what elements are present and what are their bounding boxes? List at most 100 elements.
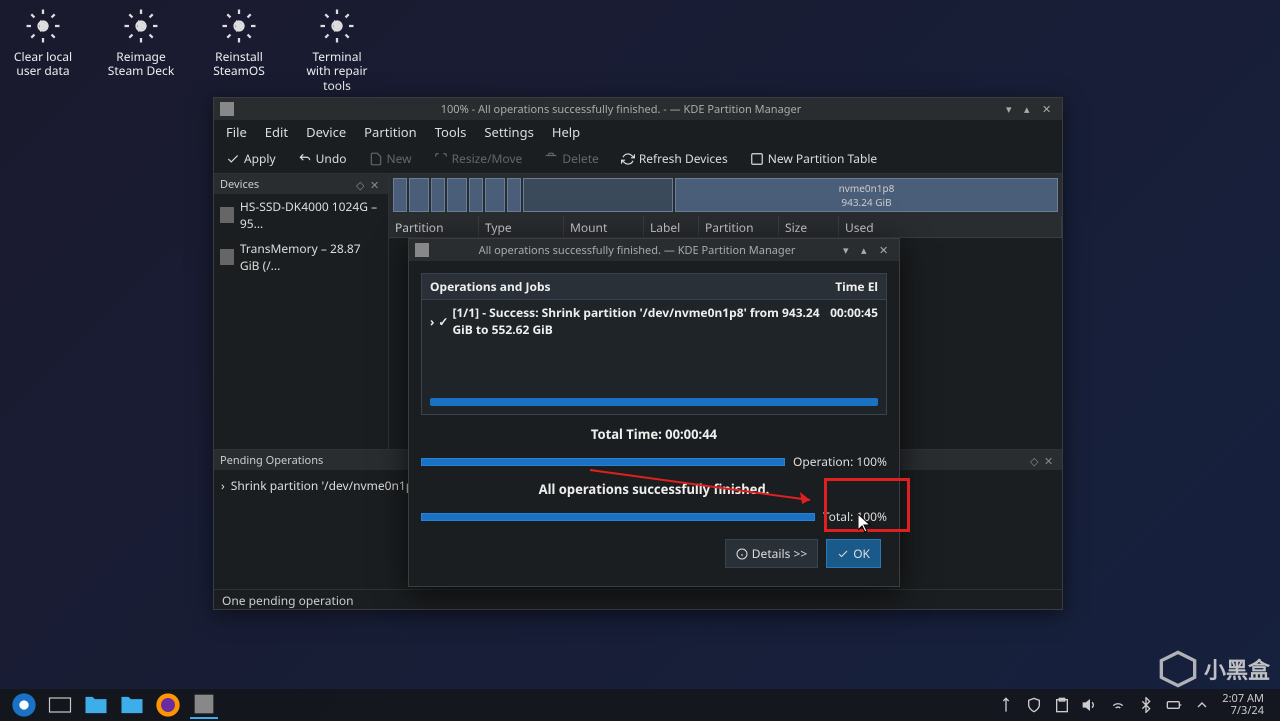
menu-partition[interactable]: Partition: [356, 120, 425, 144]
volume-icon[interactable]: [1082, 697, 1098, 713]
chevron-right-icon: ›: [221, 477, 225, 494]
partition-segment[interactable]: [447, 178, 467, 212]
resize-icon: [434, 152, 448, 166]
delete-button: Delete: [538, 147, 605, 170]
ok-button[interactable]: OK: [826, 539, 881, 568]
maximize-button[interactable]: ▴: [861, 243, 875, 257]
partition-segment-main[interactable]: nvme0n1p8943.24 GiB: [675, 178, 1058, 212]
dialog-title: All operations successfully finished. — …: [435, 243, 839, 258]
menu-help[interactable]: Help: [544, 120, 588, 144]
partition-manager-task[interactable]: [190, 691, 218, 719]
apply-button[interactable]: Apply: [220, 147, 282, 170]
shield-icon[interactable]: [1026, 697, 1042, 713]
file-manager-button[interactable]: [82, 691, 110, 719]
close-button[interactable]: ✕: [1042, 102, 1056, 116]
table-icon: [750, 152, 764, 166]
system-tray: 2:07 AM 7/3/24: [998, 693, 1274, 717]
dialog-titlebar[interactable]: All operations successfully finished. — …: [409, 239, 899, 261]
panel-detach-icon[interactable]: ◇: [1030, 454, 1042, 466]
menu-settings[interactable]: Settings: [476, 120, 541, 144]
partition-bar[interactable]: nvme0n1p8943.24 GiB: [389, 174, 1062, 216]
hexagon-icon: [1158, 649, 1198, 689]
partition-segment[interactable]: [507, 178, 521, 212]
app-icon: [220, 102, 234, 116]
clock[interactable]: 2:07 AM 7/3/24: [1222, 693, 1264, 717]
details-button[interactable]: Details >>: [725, 539, 818, 568]
folder-icon: [82, 691, 110, 719]
check-icon: [837, 548, 849, 560]
operation-progress-bar: [421, 458, 785, 466]
job-progress-bar: [430, 398, 878, 406]
new-table-button[interactable]: New Partition Table: [744, 147, 884, 170]
partition-segment[interactable]: [409, 178, 429, 212]
menubar: File Edit Device Partition Tools Setting…: [214, 120, 1062, 144]
bluetooth-icon[interactable]: [1138, 697, 1154, 713]
total-progress-bar: [421, 513, 815, 521]
total-time-label: Total Time: 00:00:44: [421, 425, 887, 443]
operation-row[interactable]: › ✓ [1/1] - Success: Shrink partition '/…: [422, 300, 886, 342]
maximize-button[interactable]: ▴: [1024, 102, 1038, 116]
check-icon: ✓: [438, 313, 448, 330]
finished-message: All operations successfully finished.: [421, 480, 887, 498]
chevron-up-icon[interactable]: [1194, 697, 1210, 713]
clipboard-icon[interactable]: [1054, 697, 1070, 713]
undo-button[interactable]: Undo: [292, 147, 353, 170]
ops-header-label: Operations and Jobs: [430, 278, 835, 295]
app-icon: [415, 243, 429, 257]
gear-icon: [319, 8, 355, 44]
partition-segment[interactable]: [431, 178, 445, 212]
drive-icon: [220, 249, 234, 265]
minimize-button[interactable]: ▾: [1006, 102, 1020, 116]
desktop-icon-terminal[interactable]: Terminal with repair tools: [302, 8, 372, 93]
total-percent: Total: 100%: [823, 508, 887, 525]
resize-button: Resize/Move: [428, 147, 529, 170]
file-icon: [369, 152, 383, 166]
close-button[interactable]: ✕: [879, 243, 893, 257]
file-manager-button-2[interactable]: [118, 691, 146, 719]
operation-percent: Operation: 100%: [793, 453, 887, 470]
firefox-button[interactable]: [154, 691, 182, 719]
partition-segment[interactable]: [469, 178, 483, 212]
desktop-icon-clear-local[interactable]: Clear local user data: [8, 8, 78, 93]
refresh-button[interactable]: Refresh Devices: [615, 147, 734, 170]
menu-tools[interactable]: Tools: [427, 120, 475, 144]
battery-icon[interactable]: [1166, 697, 1182, 713]
check-icon: [226, 152, 240, 166]
desktop-icon-reinstall[interactable]: Reinstall SteamOS: [204, 8, 274, 93]
undo-icon: [298, 152, 312, 166]
watermark: 小黑盒: [1158, 649, 1270, 689]
task-view-icon: [46, 691, 74, 719]
taskbar: 2:07 AM 7/3/24: [0, 689, 1280, 721]
steamos-icon: [10, 691, 38, 719]
panel-close-icon[interactable]: ✕: [1044, 454, 1056, 466]
menu-device[interactable]: Device: [298, 120, 354, 144]
refresh-icon: [621, 152, 635, 166]
partition-segment[interactable]: [523, 178, 673, 212]
desktop-icon-reimage[interactable]: Reimage Steam Deck: [106, 8, 176, 93]
menu-edit[interactable]: Edit: [257, 120, 296, 144]
progress-dialog: All operations successfully finished. — …: [408, 238, 900, 587]
devices-panel: Devices ◇✕ HS-SSD-DK4000 1024G – 95... T…: [214, 174, 389, 449]
device-item[interactable]: HS-SSD-DK4000 1024G – 95...: [214, 194, 388, 236]
usb-icon[interactable]: [998, 697, 1014, 713]
minimize-button[interactable]: ▾: [843, 243, 857, 257]
start-button[interactable]: [10, 691, 38, 719]
gear-icon: [123, 8, 159, 44]
panel-close-icon[interactable]: ✕: [370, 178, 382, 190]
partition-segment[interactable]: [485, 178, 505, 212]
new-button: New: [363, 147, 418, 170]
panel-detach-icon[interactable]: ◇: [356, 178, 368, 190]
partition-segment[interactable]: [393, 178, 407, 212]
info-icon: [736, 548, 748, 560]
titlebar[interactable]: 100% - All operations successfully finis…: [214, 98, 1062, 120]
partition-table-header: Partition Type Mount Point Label Partiti…: [389, 216, 1062, 238]
window-title: 100% - All operations successfully finis…: [240, 102, 1002, 117]
menu-file[interactable]: File: [218, 120, 255, 144]
drive-icon: [220, 207, 234, 223]
toolbar: Apply Undo New Resize/Move Delete Refres…: [214, 144, 1062, 174]
trash-icon: [544, 152, 558, 166]
task-view-button[interactable]: [46, 691, 74, 719]
firefox-icon: [154, 691, 182, 719]
device-item[interactable]: TransMemory – 28.87 GiB (/...: [214, 236, 388, 278]
wifi-icon[interactable]: [1110, 697, 1126, 713]
